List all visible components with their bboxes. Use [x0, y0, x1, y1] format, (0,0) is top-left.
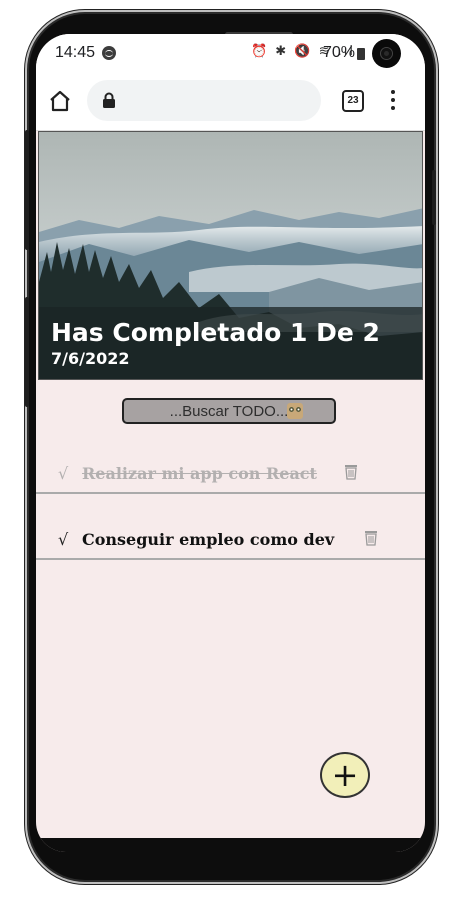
todo-text: Realizar mi app con React — [82, 464, 317, 483]
url-bar[interactable] — [87, 80, 321, 121]
trash-icon[interactable] — [364, 530, 378, 546]
screen: 14:45 ⏰ ✱ 🔇 ≋ .ıl 70% 23 Has Completado … — [36, 34, 425, 852]
tab-switcher-button[interactable]: 23 — [342, 90, 364, 112]
header-banner: Has Completado 1 De 2 7/6/2022 — [38, 131, 423, 380]
battery-icon — [357, 48, 365, 60]
home-icon[interactable] — [48, 89, 72, 113]
check-icon[interactable]: √ — [58, 530, 68, 549]
completed-count-title: Has Completado 1 De 2 — [51, 318, 380, 347]
power-button — [432, 170, 436, 225]
battery-percent: 70% — [323, 44, 356, 61]
volume-button — [25, 130, 29, 250]
check-icon[interactable]: √ — [58, 464, 68, 483]
kebab-menu-icon[interactable] — [390, 90, 396, 112]
front-camera — [372, 39, 401, 68]
bixby-button — [25, 297, 29, 407]
navigation-bar — [36, 838, 425, 852]
todo-item: √ Conseguir empleo como dev — [36, 520, 425, 560]
status-bar: 14:45 ⏰ ✱ 🔇 ≋ .ıl 70% — [36, 34, 425, 74]
owl-emoji-icon — [287, 403, 303, 419]
status-time: 14:45 — [55, 44, 96, 61]
current-date: 7/6/2022 — [51, 349, 130, 368]
todo-text: Conseguir empleo como dev — [82, 530, 335, 549]
spotify-icon — [102, 46, 116, 60]
browser-toolbar: 23 — [36, 74, 425, 131]
trash-icon[interactable] — [344, 464, 358, 480]
todo-item: √ Realizar mi app con React — [36, 454, 425, 494]
lock-icon — [103, 92, 115, 108]
search-input[interactable] — [122, 398, 336, 424]
add-todo-button[interactable]: + — [320, 752, 370, 798]
